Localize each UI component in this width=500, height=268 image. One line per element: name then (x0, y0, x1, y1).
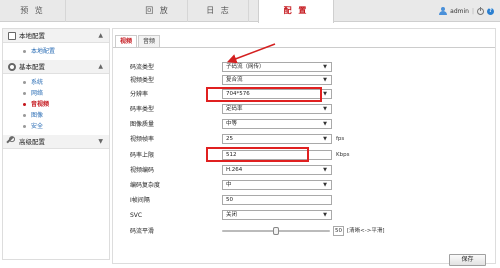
video-type-select[interactable]: 复合流 ▼ (222, 75, 332, 85)
select-value: 关闭 (226, 212, 238, 218)
input-value: 50 (226, 197, 233, 203)
field-label: 图像质量 (130, 121, 155, 128)
gear-icon (8, 63, 16, 71)
sidebar-local-items: 本地配置 (3, 43, 109, 60)
form-row-image-quality: 图像质量 中等 ▼ (130, 119, 430, 130)
unit-label: Kbps (336, 152, 350, 158)
top-nav-bar: 预 览 回 放 日 志 配 置 admin | (0, 0, 500, 23)
form-row-stream-type: 码流类型 子码流（网传） ▼ (130, 62, 430, 73)
select-value: 25 (226, 136, 233, 142)
field-label: 码流类型 (130, 64, 155, 71)
tab-video[interactable]: 视频 (115, 35, 138, 47)
content-panel: 视频 音频 码流类型 子码流（网传） ▼ 视频类型 复合流 ▼ 分辨率 704*57… (112, 28, 496, 264)
sidebar-item-local-config[interactable]: 本地配置 (3, 46, 109, 57)
chevron-down-icon: ▼ (323, 77, 327, 83)
form-row-frame-rate: 视频帧率 25 ▼ fps (130, 134, 430, 145)
frame-rate-select[interactable]: 25 ▼ (222, 134, 332, 144)
field-label: 分辨率 (130, 91, 149, 98)
chevron-down-icon: ▼ (323, 121, 327, 127)
field-label: 码率上限 (130, 152, 155, 159)
chevron-up-icon[interactable]: ▲ (98, 29, 103, 43)
chevron-down-icon: ▼ (323, 212, 327, 218)
smoothing-slider-handle[interactable] (273, 227, 279, 235)
logout-icon[interactable] (477, 6, 484, 15)
unit-label: fps (336, 136, 345, 142)
select-value: 复合流 (226, 77, 243, 83)
highlight-box-resolution (206, 87, 322, 102)
tab-playback[interactable]: 回 放 (128, 0, 188, 22)
tab-audio[interactable]: 音频 (138, 35, 161, 47)
chevron-down-icon: ▼ (323, 91, 327, 97)
select-value: 子码流（网传） (226, 64, 265, 70)
sidebar-item-security[interactable]: 安全 (3, 121, 109, 132)
form-row-video-type: 视频类型 复合流 ▼ (130, 75, 430, 86)
sidebar-group-basic[interactable]: 基本配置 ▲ (3, 60, 109, 74)
select-value: H.264 (226, 167, 243, 173)
user-area: admin | (439, 0, 494, 22)
select-value: 中等 (226, 121, 238, 127)
tab-log[interactable]: 日 志 (189, 0, 249, 22)
tab-config[interactable]: 配 置 (258, 0, 334, 23)
chevron-down-icon: ▼ (323, 136, 327, 142)
user-icon (439, 7, 448, 15)
sidebar-item-audio-video[interactable]: 音视频 (3, 99, 109, 110)
help-icon[interactable] (487, 7, 494, 15)
sidebar: 本地配置 ▲ 本地配置 基本配置 ▲ 系统 网络 音视频 图像 安全 高级配置 … (2, 28, 110, 260)
sidebar-item-system[interactable]: 系统 (3, 77, 109, 88)
form-row-video-encoding: 视频编码 H.264 ▼ (130, 165, 430, 176)
sidebar-group-advanced[interactable]: 高级配置 ▼ (3, 135, 109, 149)
smoothing-value-input[interactable]: 50 (333, 226, 344, 236)
sidebar-group-label: 本地配置 (19, 32, 45, 40)
form-row-svc: SVC 关闭 ▼ (130, 210, 430, 221)
chevron-down-icon: ▼ (323, 167, 327, 173)
field-label: 码流平滑 (130, 228, 155, 235)
tab-preview[interactable]: 预 览 (0, 0, 66, 22)
select-value: 定码率 (226, 106, 243, 112)
monitor-icon (8, 32, 16, 40)
field-label: 视频编码 (130, 167, 155, 174)
field-label: I帧间隔 (130, 197, 150, 204)
stream-type-select[interactable]: 子码流（网传） ▼ (222, 62, 332, 72)
field-label: SVC (130, 212, 143, 219)
field-label: 编码复杂度 (130, 182, 161, 189)
highlight-box-max-bitrate (206, 147, 309, 162)
sidebar-group-label: 基本配置 (19, 63, 45, 71)
svc-select[interactable]: 关闭 ▼ (222, 210, 332, 220)
form-row-encoding-complexity: 编码复杂度 中 ▼ (130, 180, 430, 191)
wrench-icon (6, 136, 18, 148)
smoothing-hint: [清晰<->平滑] (347, 228, 385, 234)
username: admin (450, 7, 469, 15)
image-quality-select[interactable]: 中等 ▼ (222, 119, 332, 129)
sidebar-group-label: 高级配置 (19, 138, 45, 146)
form-row-bitrate-type: 码率类型 定码率 ▼ (130, 104, 430, 115)
sidebar-group-local[interactable]: 本地配置 ▲ (3, 29, 109, 43)
chevron-down-icon: ▼ (323, 64, 327, 70)
sidebar-item-network[interactable]: 网络 (3, 88, 109, 99)
iframe-interval-input[interactable]: 50 (222, 195, 332, 205)
field-label: 码率类型 (130, 106, 155, 113)
field-label: 视频帧率 (130, 136, 155, 143)
chevron-down-icon: ▼ (323, 182, 327, 188)
select-value: 中 (226, 182, 232, 188)
encoding-complexity-select[interactable]: 中 ▼ (222, 180, 332, 190)
divider (113, 47, 495, 48)
video-encoding-select[interactable]: H.264 ▼ (222, 165, 332, 175)
bitrate-type-select[interactable]: 定码率 ▼ (222, 104, 332, 114)
chevron-up-icon[interactable]: ▲ (98, 60, 103, 74)
form-row-iframe-interval: I帧间隔 50 (130, 195, 430, 206)
chevron-down-icon[interactable]: ▼ (98, 135, 103, 149)
sidebar-basic-items: 系统 网络 音视频 图像 安全 (3, 74, 109, 135)
field-label: 视频类型 (130, 77, 155, 84)
save-button[interactable]: 保存 (449, 254, 486, 266)
divider: | (471, 7, 474, 15)
form-row-smoothing: 码流平滑 50 [清晰<->平滑] (130, 226, 430, 237)
sidebar-item-image[interactable]: 图像 (3, 110, 109, 121)
chevron-down-icon: ▼ (323, 106, 327, 112)
subtab-bar: 视频 音频 (115, 35, 161, 47)
